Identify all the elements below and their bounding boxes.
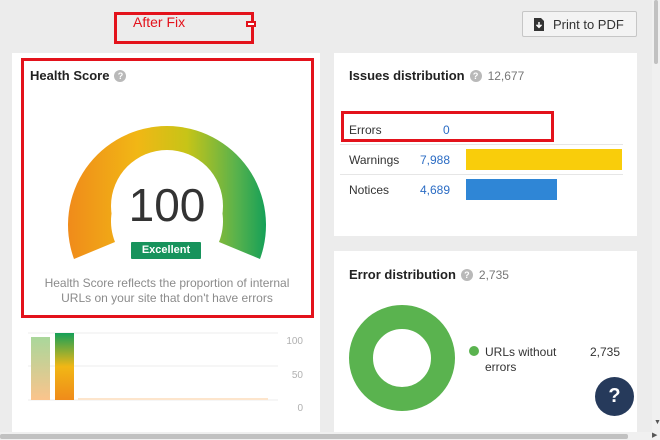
- issues-title-text: Issues distribution: [349, 68, 465, 83]
- issue-row-notices-value[interactable]: 4,689: [420, 183, 450, 197]
- help-icon[interactable]: ?: [469, 70, 482, 82]
- help-icon[interactable]: ?: [460, 269, 473, 281]
- annotation-tab: [246, 21, 256, 27]
- scroll-down-arrow-icon[interactable]: ▼: [654, 419, 660, 426]
- divider: [340, 174, 623, 175]
- error-distribution-title: Error distribution? 2,735: [349, 267, 509, 282]
- legend-value: 2,735: [590, 345, 621, 359]
- download-icon: [534, 17, 544, 31]
- errors-total: 2,735: [478, 268, 509, 282]
- help-button[interactable]: ?: [595, 377, 634, 416]
- warnings-bar: [466, 149, 622, 170]
- issue-row-warnings-value[interactable]: 7,988: [420, 153, 450, 167]
- error-title-text: Error distribution: [349, 267, 456, 282]
- y-tick-50: 50: [291, 370, 303, 381]
- vertical-scroll-thumb[interactable]: [654, 0, 658, 64]
- legend-dot: [469, 346, 479, 356]
- divider: [340, 144, 623, 145]
- donut-slice-urls-without-errors: [349, 305, 455, 411]
- vertical-scrollbar[interactable]: [652, 0, 660, 440]
- print-to-pdf-button[interactable]: Print to PDF: [522, 11, 637, 37]
- history-bar: [55, 333, 74, 400]
- history-bar: [31, 337, 50, 400]
- history-baseline: [78, 398, 268, 400]
- error-donut-chart: [349, 305, 455, 411]
- health-score-annotation-box: [21, 58, 314, 318]
- errors-annotation-box: [341, 111, 554, 142]
- issues-total: 12,677: [487, 69, 525, 83]
- issue-row-notices-label: Notices: [349, 183, 390, 197]
- y-tick-100: 100: [286, 336, 303, 347]
- health-history-chart: [28, 332, 278, 401]
- y-tick-0: 0: [297, 403, 303, 414]
- horizontal-scroll-thumb[interactable]: [0, 434, 628, 439]
- print-button-label: Print to PDF: [553, 16, 624, 32]
- scroll-right-arrow-icon[interactable]: ▶: [652, 431, 657, 439]
- after-fix-label: After Fix: [133, 14, 186, 30]
- issue-row-warnings-label: Warnings: [349, 153, 400, 167]
- issues-distribution-title: Issues distribution? 12,677: [349, 68, 524, 83]
- notices-bar: [466, 179, 557, 200]
- legend-label: URLs without errors: [485, 345, 557, 374]
